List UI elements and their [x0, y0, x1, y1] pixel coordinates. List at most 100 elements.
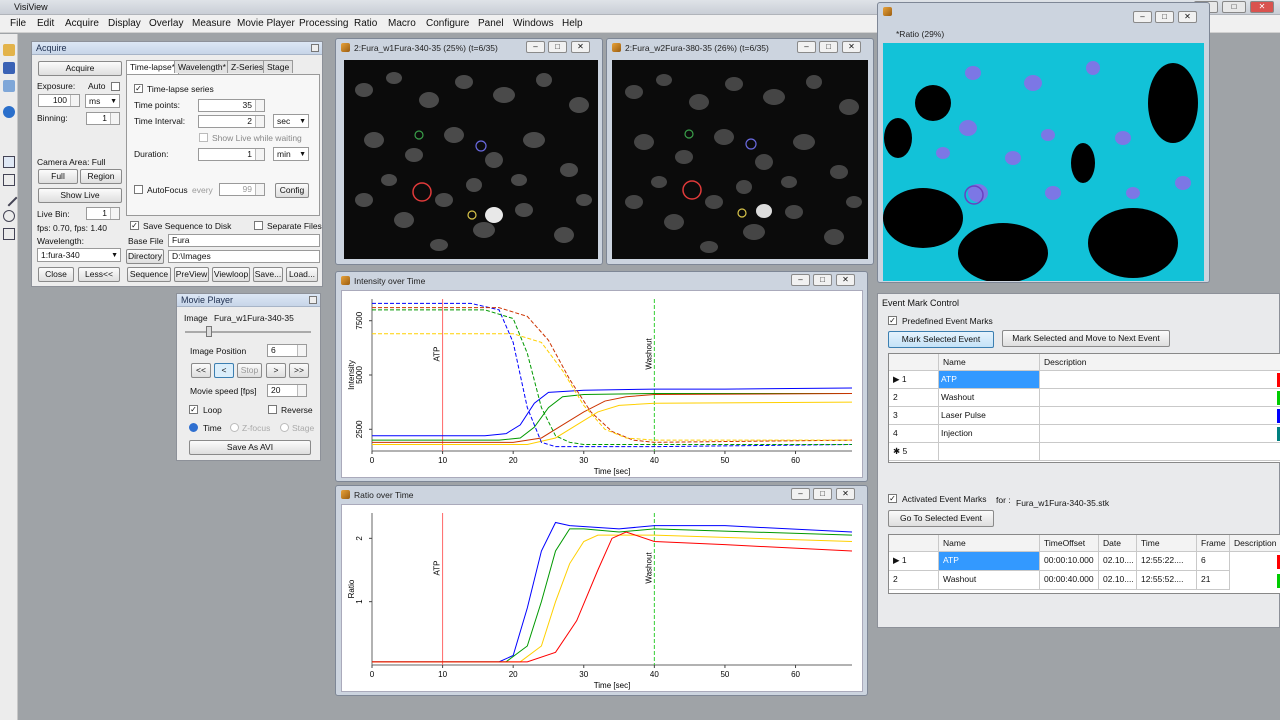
table-row[interactable]: 2 Washout 00:00:40.000 02.10.... 12:55:52...…	[889, 571, 1280, 590]
close-icon[interactable]: ✕	[836, 274, 855, 286]
next-frame-button[interactable]: >	[266, 363, 286, 378]
table-row[interactable]: 2 Washout	[889, 389, 1280, 407]
maximize-icon[interactable]: □	[819, 41, 838, 53]
prev-frame-button[interactable]: <	[214, 363, 234, 378]
close-icon[interactable]: ✕	[1178, 11, 1197, 23]
act-name-cell[interactable]: Washout	[939, 571, 1040, 590]
exposure-unit-select[interactable]: ms ▼	[85, 94, 120, 108]
every-input[interactable]: 99	[219, 183, 265, 196]
close-icon[interactable]: ✕	[571, 41, 590, 53]
text-tool-icon[interactable]	[3, 228, 15, 240]
menu-help[interactable]: Help	[562, 18, 583, 29]
save-icon[interactable]	[3, 62, 15, 74]
duration-input[interactable]: 1	[198, 148, 265, 161]
stage-radio[interactable]	[280, 423, 289, 432]
maximize-icon[interactable]: □	[813, 488, 832, 500]
go-to-selected-event-button[interactable]: Go To Selected Event	[888, 510, 994, 527]
menu-movie-player[interactable]: Movie Player	[237, 18, 295, 29]
time-radio[interactable]	[189, 423, 198, 432]
mark-and-move-button[interactable]: Mark Selected and Move to Next Event	[1002, 330, 1170, 347]
minimize-icon[interactable]: –	[797, 41, 816, 53]
first-frame-button[interactable]: <<	[191, 363, 211, 378]
menu-file[interactable]: File	[10, 18, 26, 29]
close-button[interactable]: Close	[38, 267, 74, 282]
event-name-cell[interactable]: Washout	[939, 389, 1040, 407]
directory-input[interactable]: D:\Images	[168, 250, 320, 263]
loop-checkbox[interactable]: ✓	[189, 405, 198, 414]
load-button[interactable]: Load...	[286, 267, 318, 282]
live-bin-input[interactable]: 1	[86, 207, 120, 220]
show-live-button[interactable]: Show Live	[38, 188, 122, 203]
ellipse-tool-icon[interactable]	[3, 210, 15, 222]
minimize-icon[interactable]: –	[791, 274, 810, 286]
menu-configure[interactable]: Configure	[426, 18, 469, 29]
crop-tool-icon[interactable]	[3, 174, 15, 186]
predefined-checkbox[interactable]: ✓	[888, 316, 897, 325]
movie-speed-input[interactable]: 20	[267, 384, 307, 397]
table-row[interactable]: ✱ 5	[889, 443, 1280, 461]
acquire-button[interactable]: Acquire	[38, 61, 122, 76]
last-frame-button[interactable]: >>	[289, 363, 309, 378]
act-date-cell[interactable]: 02.10....	[1099, 571, 1137, 590]
stop-button[interactable]: Stop	[237, 363, 262, 378]
image-slider-thumb[interactable]	[206, 326, 212, 337]
event-description-cell[interactable]	[1040, 371, 1280, 389]
minimize-icon[interactable]: –	[791, 488, 810, 500]
event-description-cell[interactable]	[1040, 425, 1280, 443]
close-icon[interactable]: ✕	[836, 488, 855, 500]
minimize-icon[interactable]: –	[526, 41, 545, 53]
menu-overlay[interactable]: Overlay	[149, 18, 183, 29]
act-col-description[interactable]: Description	[1230, 535, 1280, 552]
duration-unit-select[interactable]: min ▼	[273, 147, 309, 161]
table-row[interactable]: ▶ 1 ATP	[889, 371, 1280, 389]
mark-selected-event-button[interactable]: Mark Selected Event	[888, 331, 994, 348]
wavelength-select[interactable]: 1:fura-340 ▼	[37, 248, 121, 262]
act-time-cell[interactable]: 12:55:22....	[1137, 552, 1197, 571]
zfocus-radio[interactable]	[230, 423, 239, 432]
menu-macro[interactable]: Macro	[388, 18, 416, 29]
fluorescence-image-380[interactable]	[612, 60, 868, 259]
menu-display[interactable]: Display	[108, 18, 141, 29]
show-live-waiting-checkbox[interactable]	[199, 133, 208, 142]
image-slider-track[interactable]	[185, 331, 311, 333]
config-button[interactable]: Config	[275, 183, 309, 198]
table-row[interactable]: 3 Laser Pulse	[889, 407, 1280, 425]
event-description-cell[interactable]	[1040, 443, 1280, 461]
col-name-header[interactable]: Name	[939, 354, 1040, 371]
menu-edit[interactable]: Edit	[37, 18, 54, 29]
close-app-button[interactable]: ✕	[1250, 1, 1274, 13]
timelapse-series-checkbox[interactable]: ✓	[134, 84, 143, 93]
directory-button[interactable]: Directory	[126, 249, 164, 264]
save-sequence-checkbox[interactable]: ✓	[130, 221, 139, 230]
help-icon[interactable]	[3, 106, 15, 118]
act-col-date[interactable]: Date	[1099, 535, 1137, 552]
activated-checkbox[interactable]: ✓	[888, 494, 897, 503]
act-col-name[interactable]: Name	[939, 535, 1040, 552]
binning-input[interactable]: 1	[86, 112, 120, 125]
region-button[interactable]: Region	[80, 169, 122, 184]
maximize-app-button[interactable]: □	[1222, 1, 1246, 13]
separate-files-checkbox[interactable]	[254, 221, 263, 230]
act-time-cell[interactable]: 12:55:52....	[1137, 571, 1197, 590]
menu-panel[interactable]: Panel	[478, 18, 504, 29]
image-position-input[interactable]: 6	[267, 344, 307, 357]
maximize-icon[interactable]: □	[813, 274, 832, 286]
tab-wavelength[interactable]: Wavelength*	[174, 60, 230, 73]
ratio-image[interactable]	[883, 43, 1204, 281]
copy-icon[interactable]	[3, 80, 15, 92]
preview-button[interactable]: PreView	[174, 267, 209, 282]
exposure-input[interactable]: 100	[38, 94, 80, 107]
open-folder-icon[interactable]	[3, 44, 15, 56]
menu-measure[interactable]: Measure	[192, 18, 231, 29]
line-tool-icon[interactable]	[0, 189, 18, 207]
sequence-button[interactable]: Sequence	[127, 267, 171, 282]
act-col-time[interactable]: Time	[1137, 535, 1197, 552]
intensity-chart[interactable]: 0 10 20 30 40 50 60 2500 5000 7500 Time [sec] Inten…	[341, 290, 863, 478]
act-offset-cell[interactable]: 00:00:10.000	[1040, 552, 1099, 571]
col-description-header[interactable]: Description	[1040, 354, 1280, 371]
time-interval-input[interactable]: 2	[198, 115, 265, 128]
act-col-timeoffset[interactable]: TimeOffset	[1040, 535, 1099, 552]
event-name-cell[interactable]	[939, 443, 1040, 461]
act-date-cell[interactable]: 02.10....	[1099, 552, 1137, 571]
save-as-avi-button[interactable]: Save As AVI	[189, 440, 311, 455]
